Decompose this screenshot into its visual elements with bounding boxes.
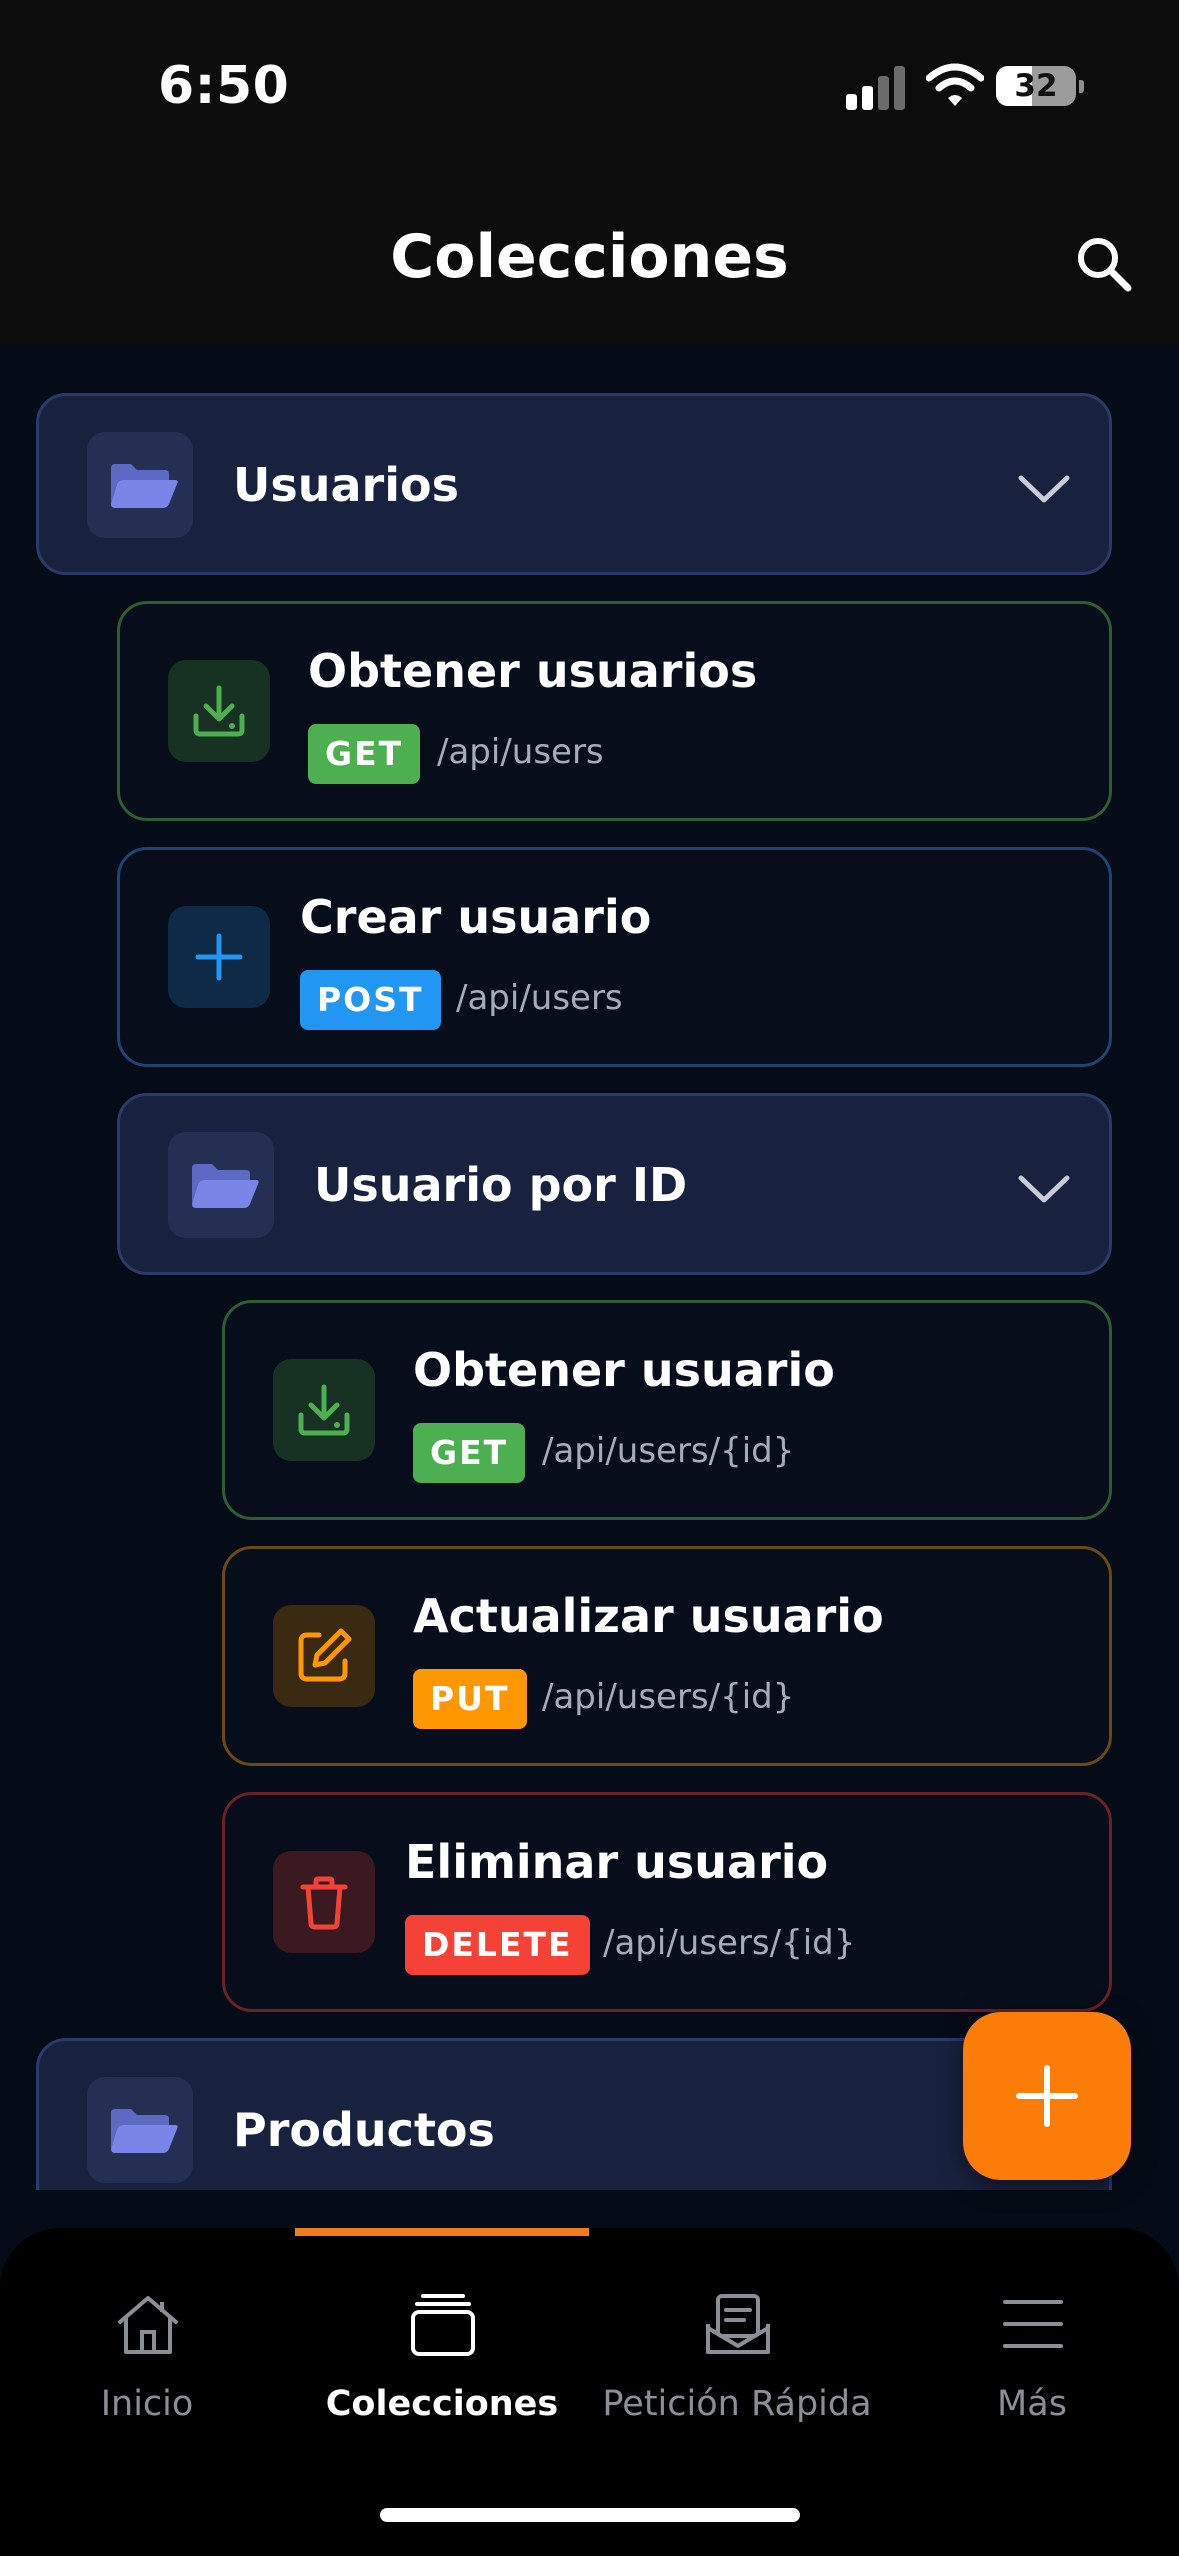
delete-icon-container — [273, 1851, 375, 1953]
collections-list: Usuarios Obtener usuarios GET /api/users… — [0, 345, 1179, 2190]
request-obtener-usuario[interactable]: Obtener usuario GET /api/users/{id} — [222, 1300, 1112, 1520]
endpoint: /api/users/{id} — [603, 1923, 856, 1963]
request-title: Actualizar usuario — [413, 1589, 884, 1643]
endpoint: /api/users/{id} — [542, 1677, 795, 1717]
tab-label: Colecciones — [325, 2384, 559, 2424]
folder-icon-container — [87, 432, 193, 538]
folder-icon — [111, 464, 178, 508]
folder-icon-container — [168, 1132, 274, 1238]
download-icon — [193, 685, 245, 737]
method-badge-post: POST — [300, 970, 441, 1030]
method-badge-get: GET — [308, 724, 421, 784]
tab-label: Más — [997, 2384, 1067, 2424]
quick-request-icon — [706, 2294, 770, 2354]
collections-icon — [411, 2294, 475, 2356]
endpoint: /api/users — [456, 978, 623, 1018]
request-actualizar-usuario[interactable]: Actualizar usuario PUT /api/users/{id} — [222, 1546, 1112, 1766]
tab-colecciones[interactable]: Colecciones — [295, 2288, 589, 2448]
chevron-down-icon[interactable] — [1015, 1168, 1073, 1208]
folder-title: Usuarios — [233, 458, 459, 512]
request-crear-usuario[interactable]: Crear usuario POST /api/users — [117, 847, 1112, 1067]
folder-icon — [111, 2109, 178, 2153]
method-badge-delete: DELETE — [405, 1915, 590, 1975]
signal-icon — [846, 66, 906, 110]
status-bar: 6:50 32 — [0, 0, 1179, 180]
folder-icon-container — [87, 2077, 193, 2183]
app-header: Colecciones — [0, 180, 1179, 345]
download-icon — [298, 1384, 350, 1436]
method-badge-get: GET — [413, 1423, 526, 1483]
menu-icon — [1003, 2300, 1063, 2348]
put-icon-container — [273, 1605, 375, 1707]
folder-usuarios[interactable]: Usuarios — [36, 393, 1112, 575]
get-icon-container — [168, 660, 270, 762]
search-icon[interactable] — [1070, 230, 1140, 300]
post-icon-container — [168, 906, 270, 1008]
folder-productos[interactable]: Productos — [36, 2038, 1112, 2190]
chevron-down-icon[interactable] — [1015, 468, 1073, 508]
request-title: Obtener usuario — [413, 1343, 835, 1397]
request-title: Obtener usuarios — [308, 644, 758, 698]
request-title: Crear usuario — [300, 890, 652, 944]
home-indicator[interactable] — [380, 2508, 800, 2522]
home-icon — [118, 2296, 178, 2354]
method-badge-put: PUT — [413, 1669, 527, 1729]
folder-icon — [192, 1164, 259, 1208]
edit-icon — [298, 1628, 352, 1682]
folder-title: Usuario por ID — [314, 1158, 688, 1212]
tab-label: Inicio — [100, 2384, 194, 2424]
wifi-icon — [926, 63, 984, 106]
trash-icon — [300, 1876, 348, 1930]
tab-inicio[interactable]: Inicio — [0, 2288, 294, 2448]
tab-label: Petición Rápida — [602, 2384, 872, 2424]
tab-peticion-rapida[interactable]: Petición Rápida — [590, 2288, 884, 2448]
get-icon-container — [273, 1359, 375, 1461]
plus-icon — [195, 933, 243, 981]
endpoint: /api/users/{id} — [542, 1431, 795, 1471]
request-obtener-usuarios[interactable]: Obtener usuarios GET /api/users — [117, 601, 1112, 821]
request-title: Eliminar usuario — [405, 1835, 829, 1889]
battery-icon: 32 — [996, 66, 1076, 106]
request-eliminar-usuario[interactable]: Eliminar usuario DELETE /api/users/{id} — [222, 1792, 1112, 2012]
tab-mas[interactable]: Más — [885, 2288, 1179, 2448]
folder-title: Productos — [233, 2103, 495, 2157]
battery-cap — [1079, 80, 1084, 93]
status-time: 6:50 — [158, 56, 290, 116]
folder-usuario-por-id[interactable]: Usuario por ID — [117, 1093, 1112, 1275]
plus-icon — [1016, 2065, 1078, 2127]
endpoint: /api/users — [437, 732, 604, 772]
add-button[interactable] — [963, 2012, 1131, 2180]
battery-level: 32 — [1014, 68, 1058, 104]
tab-bar: Inicio Colecciones Petición Rápida Más — [0, 2228, 1179, 2556]
active-tab-indicator — [295, 2228, 589, 2236]
page-title: Colecciones — [390, 222, 789, 292]
